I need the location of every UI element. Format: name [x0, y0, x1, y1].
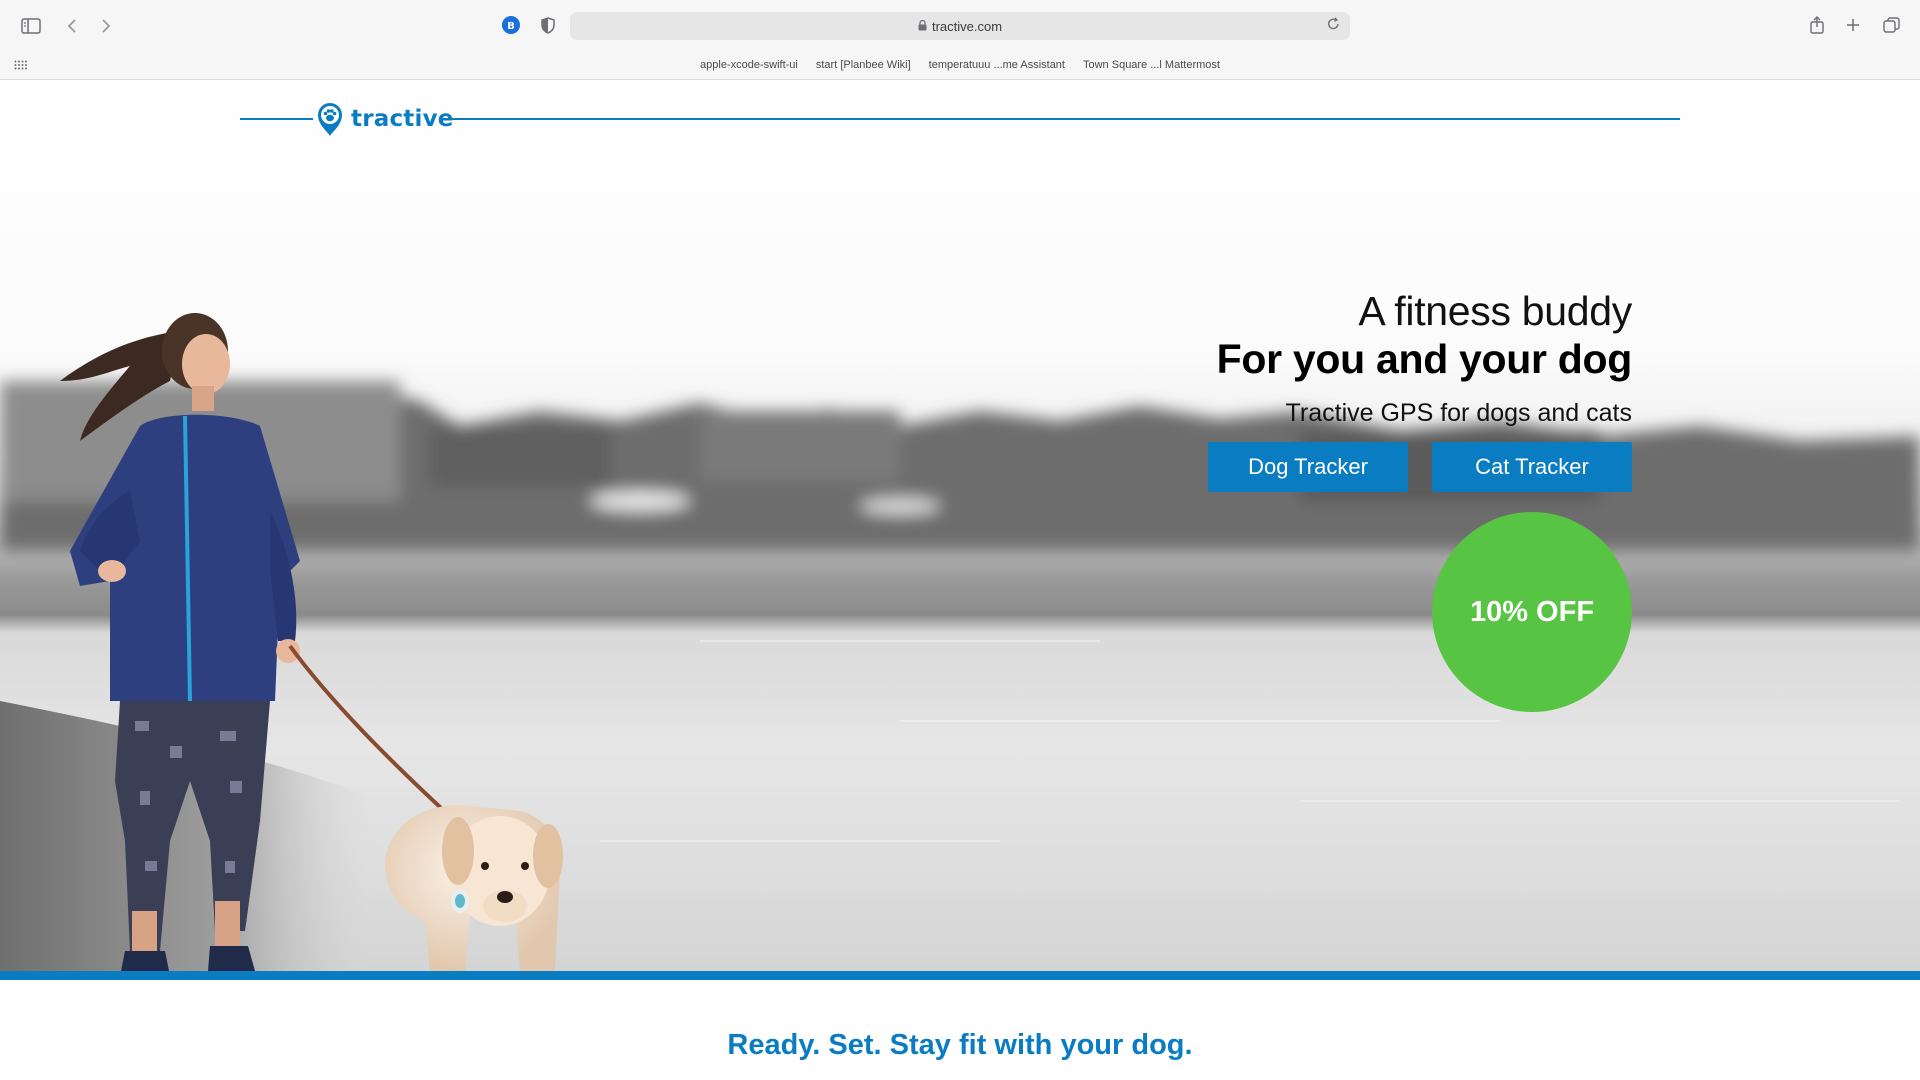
bookmark-item[interactable]: apple-xcode-swift-ui: [700, 59, 798, 71]
url-text: tractive.com: [931, 18, 1003, 34]
dog-tracker-button[interactable]: Dog Tracker: [1208, 442, 1408, 492]
hero-buttons: Dog Tracker Cat Tracker: [1208, 442, 1632, 492]
bookmarks-bar: apple-xcode-swift-ui start [Planbee Wiki…: [0, 52, 1920, 80]
logo-wordmark: tractive: [351, 106, 454, 132]
lock-icon: [918, 19, 927, 34]
tractive-logo[interactable]: tractive: [315, 99, 454, 139]
sidebar-icon[interactable]: [18, 14, 44, 38]
bookmark-item[interactable]: Town Square ...l Mattermost: [1083, 59, 1220, 71]
address-bar[interactable]: tractive.com: [570, 12, 1350, 40]
headline-light: A fitness buddy: [1358, 288, 1632, 334]
bookmark-item[interactable]: start [Planbee Wiki]: [816, 59, 911, 71]
browser-toolbar: B tractive.com: [0, 0, 1920, 52]
share-icon[interactable]: [1806, 13, 1828, 37]
bookmark-item[interactable]: temperatuuu ...me Assistant: [929, 59, 1065, 71]
hero-section: tractive A fitness buddy For you and you…: [0, 81, 1920, 971]
headline-bold: For you and your dog: [1216, 336, 1633, 382]
hero-bottom-bar: [0, 971, 1920, 980]
hero-copy: A fitness buddy For you and your dog Tra…: [1216, 287, 1633, 428]
section-tagline: Ready. Set. Stay fit with your dog.: [727, 1029, 1193, 1061]
plus-icon[interactable]: [1842, 14, 1864, 36]
reload-icon[interactable]: [1327, 17, 1340, 34]
cat-tracker-button[interactable]: Cat Tracker: [1432, 442, 1632, 492]
chevron-left-icon[interactable]: [62, 14, 82, 38]
chevron-right-icon[interactable]: [96, 14, 116, 38]
hero-photo: [0, 313, 1920, 971]
header-rule-right: [443, 118, 1680, 120]
paw-pin-icon: [318, 103, 342, 136]
shield-icon[interactable]: [537, 14, 559, 36]
bitwarden-icon[interactable]: B: [500, 14, 522, 36]
tab-overview-icon[interactable]: [1880, 14, 1902, 36]
hero-subheadline: Tractive GPS for dogs and cats: [1285, 399, 1632, 427]
page-content: tractive A fitness buddy For you and you…: [0, 81, 1920, 1080]
discount-badge[interactable]: 10% OFF: [1432, 512, 1632, 712]
extension-badge: B: [507, 21, 515, 32]
header-rule-left: [240, 118, 313, 120]
